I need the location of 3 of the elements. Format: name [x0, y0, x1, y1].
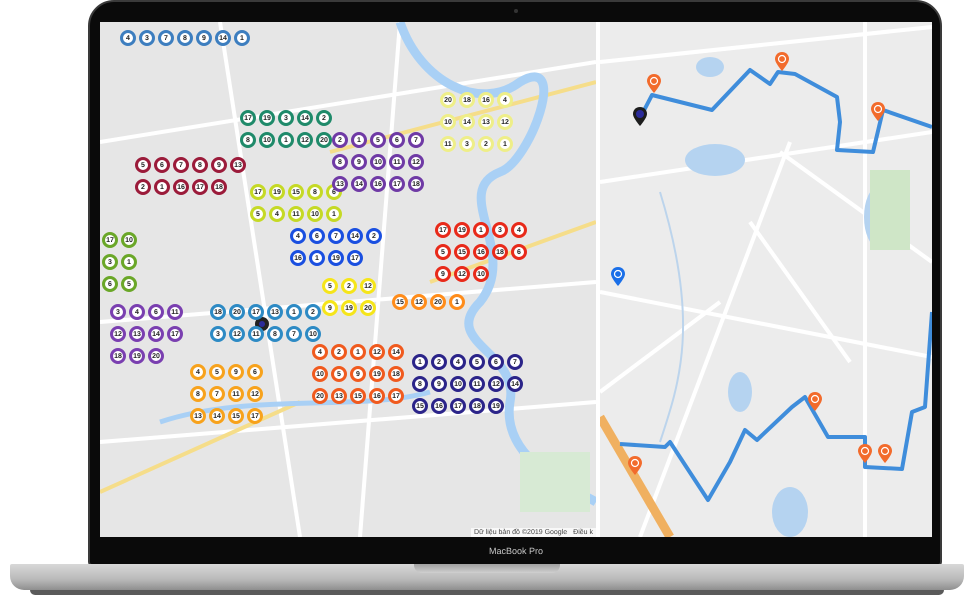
- device-label: MacBook Pro: [488, 546, 544, 556]
- location-pin-icon[interactable]: [633, 107, 647, 126]
- camera-icon: [514, 9, 518, 13]
